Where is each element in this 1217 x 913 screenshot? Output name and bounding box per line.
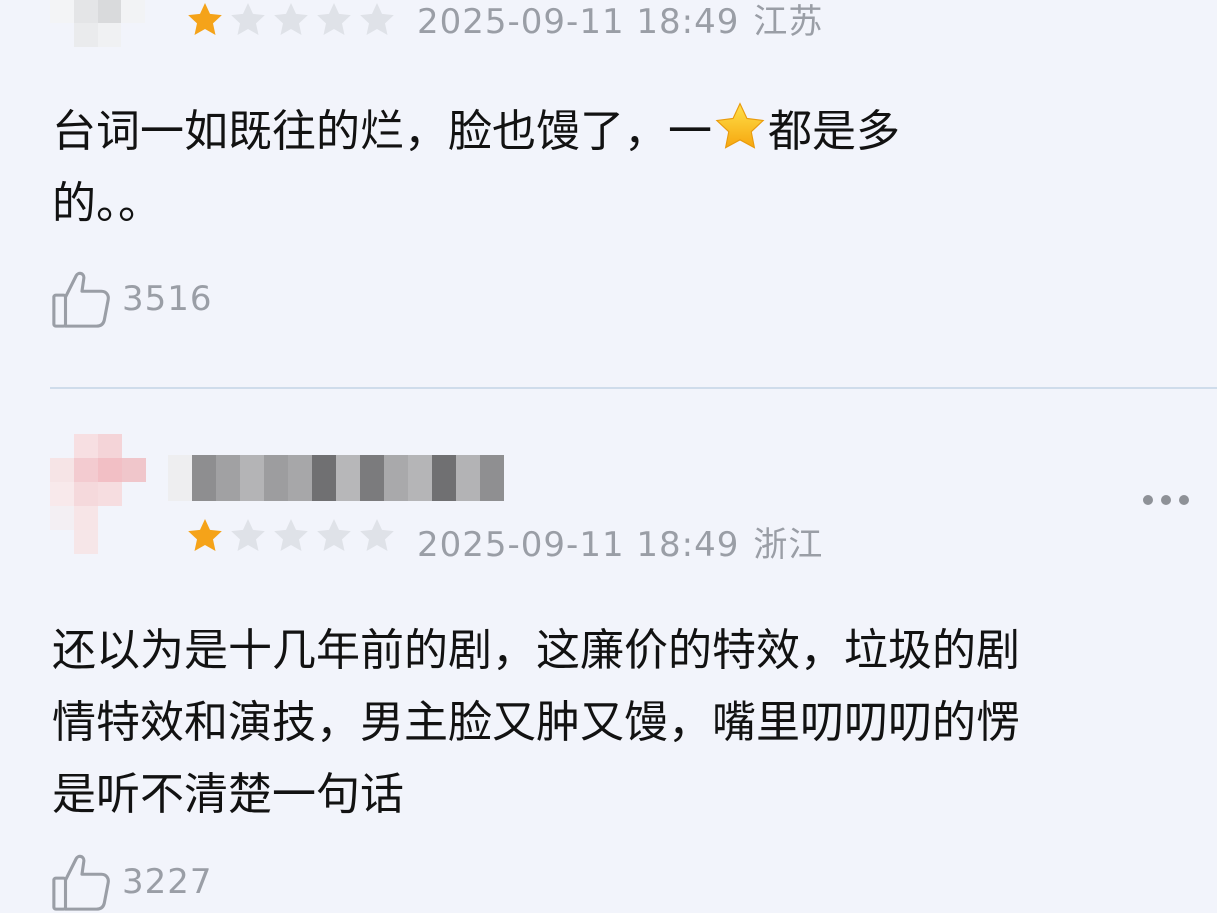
star-empty-icon [360, 3, 394, 35]
more-options-icon[interactable] [1143, 495, 1189, 505]
timestamp: 2025-09-11 18:49 [417, 525, 740, 565]
timestamp: 2025-09-11 18:49 [417, 2, 740, 42]
star-rating [185, 516, 397, 556]
comment-text: 台词一如既往的烂，脸也馒了，一 都是多 的。。 [52, 96, 1211, 240]
like-count: 3227 [122, 862, 213, 902]
like-button[interactable]: 3516 [50, 268, 213, 330]
avatar-blurred[interactable] [50, 0, 145, 47]
star-emoji-icon [715, 102, 765, 149]
star-empty-icon [274, 519, 308, 551]
star-filled-icon [188, 519, 222, 551]
comment-card: 2025-09-11 18:49 江苏 台词一如既往的烂，脸也馒了，一 都是多 的。… [0, 0, 1217, 388]
like-count: 3516 [122, 279, 213, 319]
comment-meta: 2025-09-11 18:49 浙江 [417, 517, 823, 566]
thumbs-up-icon [52, 854, 110, 911]
region: 浙江 [753, 525, 824, 565]
star-empty-icon [360, 519, 394, 551]
star-filled-icon [188, 3, 222, 35]
username-blurred[interactable] [168, 455, 504, 501]
comment-text: 还以为是十几年前的剧，这廉价的特效，垃圾的剧 情特效和演技，男主脸又肿又馒，嘴里… [52, 625, 1020, 820]
star-empty-icon [231, 519, 265, 551]
like-button[interactable]: 3227 [50, 851, 213, 913]
comment-text-part: 台词一如既往的烂，脸也馒了，一 [52, 106, 712, 157]
star-empty-icon [231, 3, 265, 35]
comment-card: 2025-09-11 18:49 浙江 还以为是十几年前的剧，这廉价的特效，垃圾的… [0, 389, 1217, 911]
region: 江苏 [753, 2, 824, 42]
star-rating [185, 0, 397, 40]
star-empty-icon [274, 3, 308, 35]
star-empty-icon [317, 519, 351, 551]
thumbs-up-icon [52, 271, 110, 328]
comment-meta: 2025-09-11 18:49 江苏 [417, 0, 823, 43]
avatar-blurred[interactable] [50, 434, 146, 554]
star-empty-icon [317, 3, 351, 35]
